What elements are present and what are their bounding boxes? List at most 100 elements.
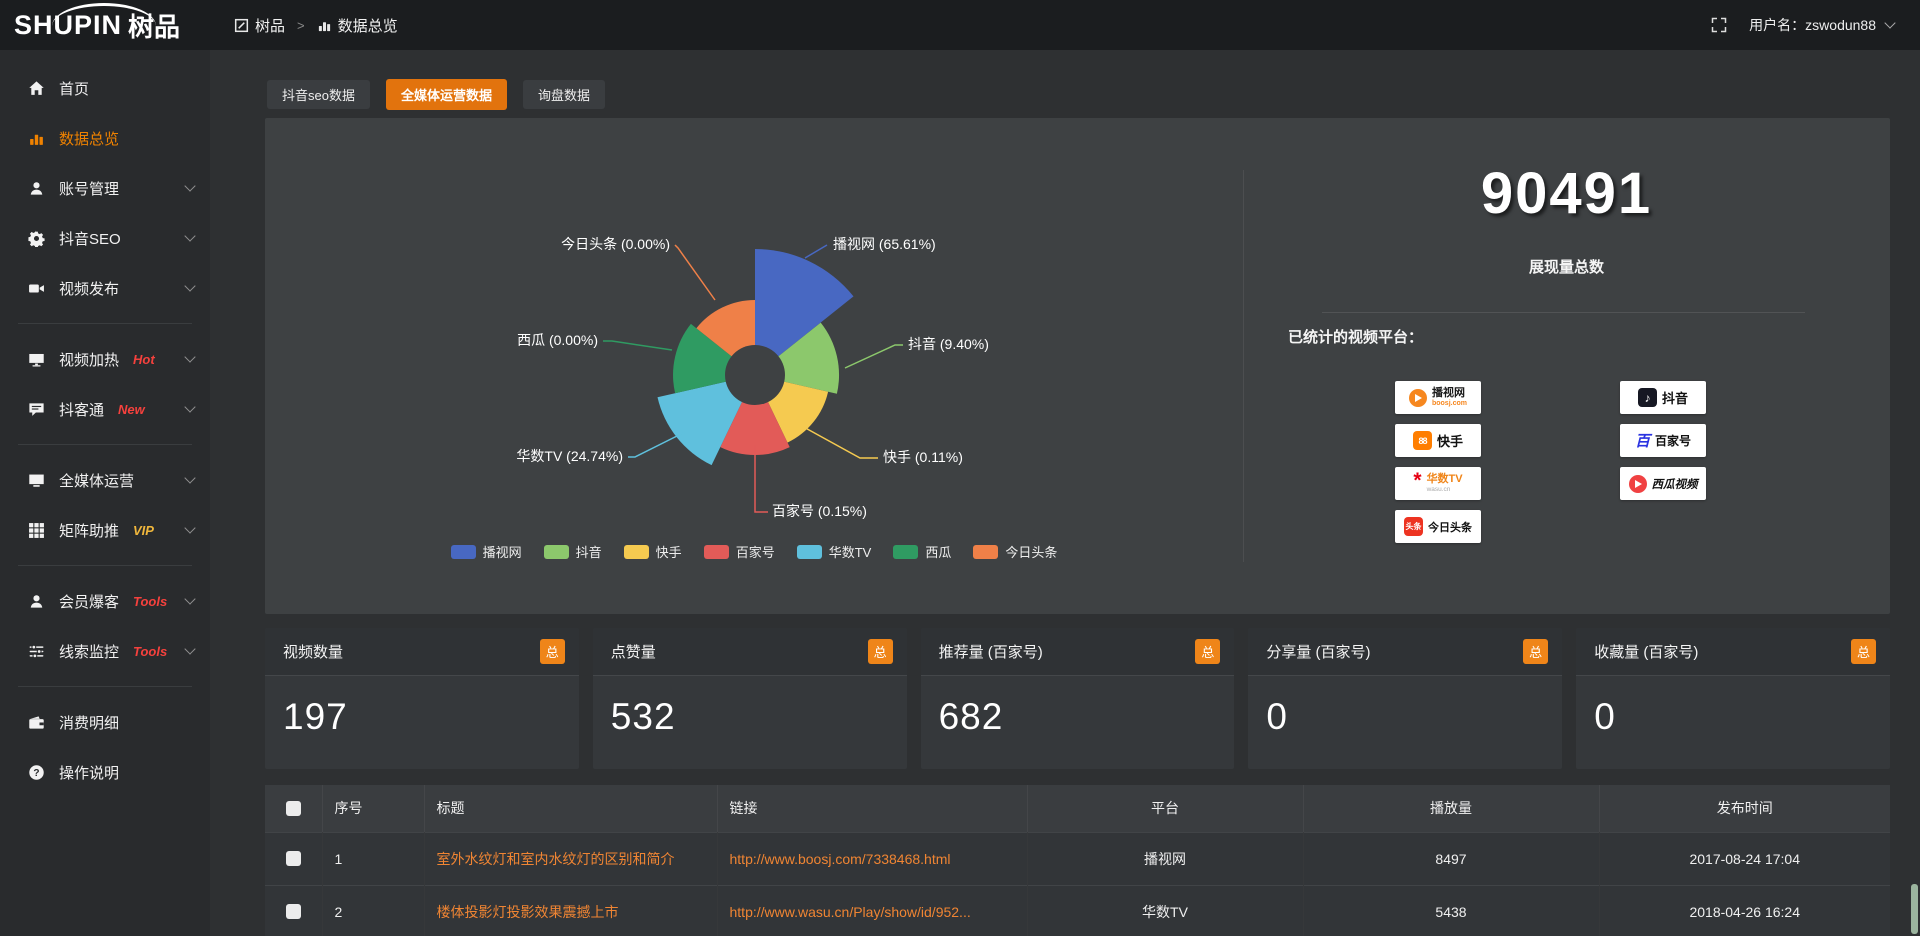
sidebar-item-label: 矩阵助推: [59, 520, 119, 541]
tab-1[interactable]: 抖音seo数据: [267, 80, 370, 109]
tab-3[interactable]: 询盘数据: [523, 80, 605, 109]
row-checkbox[interactable]: [286, 904, 301, 919]
stat-card-header: 推荐量 (百家号)总: [921, 628, 1235, 676]
sidebar-divider: [18, 444, 192, 445]
platform-badge-kuaishou: 88快手: [1395, 424, 1481, 457]
sidebar-item-desktop[interactable]: 全媒体运营: [0, 455, 210, 505]
stat-card-title: 分享量 (百家号): [1266, 641, 1370, 662]
cell-publish-time: 2018-04-26 16:24: [1599, 885, 1890, 936]
sidebar-item-user[interactable]: 账号管理: [0, 163, 210, 213]
user-label[interactable]: 用户名：zswodun88: [1749, 15, 1876, 35]
sidebar-item-wallet[interactable]: 消费明细: [0, 697, 210, 747]
chevron-down-icon: [184, 180, 195, 191]
home-icon: [28, 80, 45, 97]
kuaishou-logo-icon: 88: [1413, 431, 1432, 450]
column-header: 平台: [1027, 785, 1303, 832]
column-header: 标题: [424, 785, 717, 832]
legend-item[interactable]: 快手: [624, 542, 682, 561]
platforms-title: 已统计的视频平台：: [1288, 326, 1423, 347]
select-all-checkbox[interactable]: [286, 801, 301, 816]
pie-label: 播视网 (65.61%): [833, 236, 936, 252]
sidebar-badge: Tools: [133, 644, 167, 659]
legend-swatch: [797, 545, 822, 559]
platform-share-pie-chart: 播视网 (65.61%)抖音 (9.40%)快手 (0.11%)百家号 (0.1…: [265, 118, 1243, 614]
pie-label: 今日头条 (0.00%): [561, 236, 670, 252]
fullscreen-icon[interactable]: [1711, 17, 1727, 33]
video-title-link[interactable]: 楼体投影灯投影效果震撼上市: [424, 885, 717, 936]
total-badge: 总: [1851, 639, 1876, 664]
sidebar: 首页数据总览账号管理抖音SEO视频发布视频加热Hot抖客通New全媒体运营矩阵助…: [0, 50, 210, 936]
legend-item[interactable]: 华数TV: [797, 542, 872, 561]
breadcrumb-current: 数据总览: [338, 15, 398, 36]
pie-label-line: [800, 425, 878, 458]
pie-label-line: [603, 341, 672, 350]
legend-item[interactable]: 抖音: [544, 542, 602, 561]
sidebar-item-comment[interactable]: 抖客通New: [0, 384, 210, 434]
legend-item[interactable]: 百家号: [704, 542, 775, 561]
sidebar-item-gear[interactable]: 抖音SEO: [0, 213, 210, 263]
sidebar-item-user[interactable]: 会员爆客Tools: [0, 576, 210, 626]
sidebar-item-question[interactable]: ?操作说明: [0, 747, 210, 797]
table-row: 1室外水纹灯和室内水纹灯的区别和简介http://www.boosj.com/7…: [265, 832, 1890, 885]
monitor-icon: [28, 351, 45, 368]
cell-plays: 5438: [1303, 885, 1599, 936]
legend-swatch: [544, 545, 569, 559]
cell-publish-time: 2017-08-24 17:04: [1599, 832, 1890, 885]
pie-label-line: [845, 345, 903, 368]
sidebar-item-video-camera[interactable]: 视频发布: [0, 263, 210, 313]
legend-label: 今日头条: [1005, 542, 1057, 561]
legend-item[interactable]: 今日头条: [973, 542, 1057, 561]
summary-divider: [1322, 312, 1805, 313]
app-logo[interactable]: SHUPIN 树品: [0, 0, 210, 50]
legend-swatch: [624, 545, 649, 559]
legend-swatch: [973, 545, 998, 559]
pie-label-line: [675, 245, 715, 300]
xigua-logo-icon: [1629, 475, 1647, 493]
video-url-link[interactable]: http://www.boosj.com/7338468.html: [717, 832, 1027, 885]
desktop-icon: [28, 472, 45, 489]
sidebar-badge: Hot: [133, 352, 155, 367]
scrollbar-thumb[interactable]: [1911, 884, 1918, 934]
stat-card-5: 收藏量 (百家号)总0: [1576, 628, 1890, 769]
cell-platform: 播视网: [1027, 832, 1303, 885]
column-header: 链接: [717, 785, 1027, 832]
sidebar-item-monitor[interactable]: 视频加热Hot: [0, 334, 210, 384]
username: zswodun88: [1805, 17, 1876, 33]
cell-platform: 华数TV: [1027, 885, 1303, 936]
video-url-link[interactable]: http://www.wasu.cn/Play/show/id/952...: [717, 885, 1027, 936]
stat-card-value: 0: [1576, 676, 1890, 738]
panel-divider: [1243, 170, 1244, 562]
chevron-down-icon: [184, 401, 195, 412]
chevron-down-icon: [184, 280, 195, 291]
chevron-down-icon: [184, 643, 195, 654]
overview-panel: 播视网 (65.61%)抖音 (9.40%)快手 (0.11%)百家号 (0.1…: [265, 118, 1890, 614]
legend-item[interactable]: 西瓜: [893, 542, 951, 561]
boosj-logo-icon: [1409, 389, 1427, 407]
comment-icon: [28, 401, 45, 418]
sidebar-item-home[interactable]: 首页: [0, 63, 210, 113]
question-icon: ?: [28, 764, 45, 781]
total-impressions-value: 90491: [1243, 160, 1890, 227]
stat-card-3: 推荐量 (百家号)总682: [921, 628, 1235, 769]
stat-card-header: 视频数量总: [265, 628, 579, 676]
stat-card-title: 点赞量: [611, 641, 656, 662]
sidebar-item-grid[interactable]: 矩阵助推VIP: [0, 505, 210, 555]
legend-swatch: [704, 545, 729, 559]
total-badge: 总: [1523, 639, 1548, 664]
sidebar-item-bar-chart[interactable]: 数据总览: [0, 113, 210, 163]
chevron-down-icon: [184, 351, 195, 362]
chevron-down-icon: [1884, 17, 1895, 28]
stat-card-4: 分享量 (百家号)总0: [1248, 628, 1562, 769]
sidebar-item-sliders[interactable]: 线索监控Tools: [0, 626, 210, 676]
breadcrumb-separator: >: [297, 18, 305, 33]
baijiahao-logo-icon: 百: [1635, 430, 1650, 451]
breadcrumb-root[interactable]: 树品: [255, 15, 285, 36]
user-icon: [28, 180, 45, 197]
video-title-link[interactable]: 室外水纹灯和室内水纹灯的区别和简介: [424, 832, 717, 885]
pie-label-line: [628, 432, 685, 457]
stat-card-header: 分享量 (百家号) 总: [1248, 628, 1562, 676]
videos-table: 序号标题链接平台播放量发布时间1室外水纹灯和室内水纹灯的区别和简介http://…: [265, 785, 1890, 936]
tab-2[interactable]: 全媒体运营数据: [386, 79, 507, 110]
row-checkbox[interactable]: [286, 851, 301, 866]
legend-item[interactable]: 播视网: [451, 542, 522, 561]
